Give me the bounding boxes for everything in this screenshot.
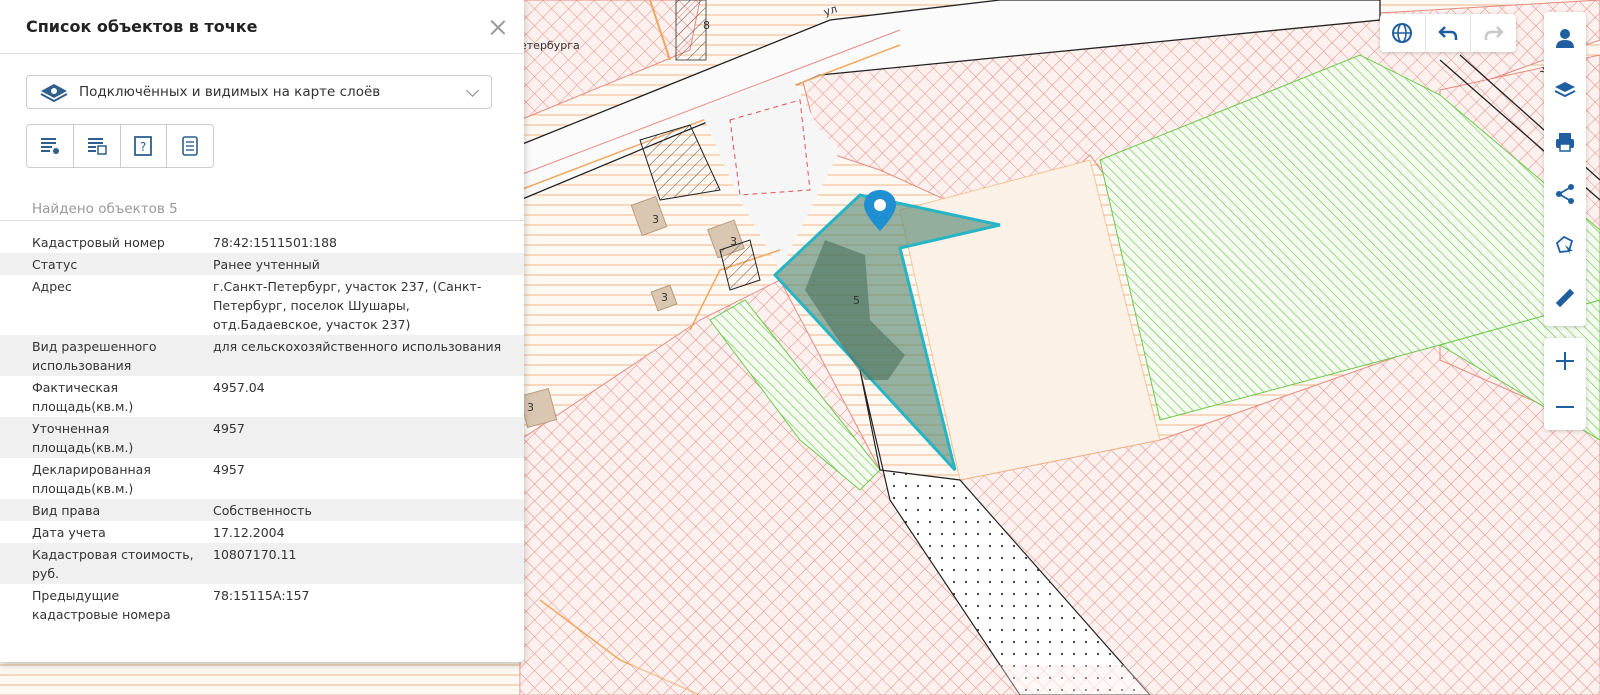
field-value: 10807170.11 bbox=[213, 547, 297, 562]
document-button[interactable] bbox=[167, 125, 213, 167]
field-label: Вид права bbox=[32, 503, 101, 518]
undo-button[interactable] bbox=[1426, 14, 1472, 52]
table-row: Уточненная площадь(кв.м.) 4957 bbox=[0, 417, 524, 458]
field-label: Вид разрешенного использования bbox=[32, 339, 157, 373]
share-button[interactable] bbox=[1544, 168, 1586, 220]
field-value: для сельскохозяйственного использования bbox=[213, 339, 502, 354]
ruler-button[interactable] bbox=[1544, 272, 1586, 324]
found-count: Найдено объектов 5 bbox=[32, 201, 178, 217]
label-road: етербурга bbox=[520, 39, 580, 52]
table-row: Декларированная площадь(кв.м.) 4957 bbox=[0, 458, 524, 499]
zoom-out-button[interactable] bbox=[1544, 384, 1586, 430]
zoom-controls bbox=[1544, 338, 1586, 430]
field-label: Кадастровый номер bbox=[32, 235, 165, 250]
field-value: Ранее учтенный bbox=[213, 257, 320, 272]
right-toolbar bbox=[1544, 12, 1586, 326]
zoom-in-icon bbox=[1556, 352, 1574, 370]
field-value: 17.12.2004 bbox=[213, 525, 285, 540]
table-row: Вид права Собственность bbox=[0, 499, 524, 521]
field-label: Дата учета bbox=[32, 525, 106, 540]
print-icon bbox=[1556, 133, 1574, 152]
list-location-button[interactable] bbox=[27, 125, 74, 167]
objects-panel: Список объектов в точке Подключённых и в… bbox=[0, 0, 524, 662]
label-parcel-8: 8 bbox=[703, 19, 710, 32]
table-row: Статус Ранее учтенный bbox=[0, 253, 524, 275]
label-parcel-3: 3 bbox=[661, 291, 668, 304]
zoom-in-button[interactable] bbox=[1544, 338, 1586, 384]
panel-title: Список объектов в точке bbox=[26, 17, 258, 36]
field-value: г.Санкт-Петербург, участок 237, (Санкт-П… bbox=[213, 279, 482, 332]
field-value: 78:15115А:157 bbox=[213, 588, 310, 603]
layer-select-value: Подключённых и видимых на карте слоёв bbox=[79, 84, 381, 100]
globe-icon bbox=[1392, 23, 1413, 43]
field-label: Уточненная площадь(кв.м.) bbox=[32, 421, 134, 455]
table-row: Дата учета 17.12.2004 bbox=[0, 521, 524, 543]
field-label: Статус bbox=[32, 257, 78, 272]
redo-icon bbox=[1484, 26, 1504, 40]
field-label: Декларированная площадь(кв.м.) bbox=[32, 462, 151, 496]
field-value: 4957.04 bbox=[213, 380, 265, 395]
select-area-button[interactable] bbox=[1544, 220, 1586, 272]
field-value: 4957 bbox=[213, 462, 245, 477]
label-parcel-3: 3 bbox=[730, 235, 737, 248]
table-row: Кадастровая стоимость, руб. 10807170.11 bbox=[0, 543, 524, 584]
label-parcel-3: 3 bbox=[652, 213, 659, 226]
table-row: Вид разрешенного использования для сельск… bbox=[0, 335, 524, 376]
top-toolbar bbox=[1380, 14, 1516, 52]
user-icon bbox=[1556, 29, 1574, 48]
label-parcel-5: 5 bbox=[853, 294, 860, 307]
field-value: 4957 bbox=[213, 421, 245, 436]
print-button[interactable] bbox=[1544, 116, 1586, 168]
ruler-icon bbox=[1555, 288, 1575, 308]
field-value: 78:42:1511501:188 bbox=[213, 235, 337, 250]
user-button[interactable] bbox=[1544, 12, 1586, 64]
redo-button[interactable] bbox=[1471, 14, 1516, 52]
chevron-down-icon bbox=[466, 83, 479, 97]
question-frame-icon: ? bbox=[134, 136, 153, 156]
undo-icon bbox=[1438, 26, 1458, 40]
select-area-icon bbox=[1555, 235, 1574, 256]
close-icon[interactable] bbox=[488, 17, 508, 37]
table-row: Предыдущие кадастровые номера 78:15115А:1… bbox=[0, 584, 524, 625]
table-row: Фактическая площадь(кв.м.) 4957.04 bbox=[0, 376, 524, 417]
share-icon bbox=[1556, 184, 1574, 204]
globe-button[interactable] bbox=[1380, 14, 1426, 52]
panel-header: Список объектов в точке bbox=[0, 0, 524, 54]
layer-select[interactable]: Подключённых и видимых на карте слоёв bbox=[26, 75, 492, 109]
attributes-table: Кадастровый номер 78:42:1511501:188 Статус… bbox=[0, 231, 524, 625]
eye-layers-icon bbox=[40, 84, 68, 102]
svg-text:?: ? bbox=[140, 140, 146, 154]
zoom-out-icon bbox=[1556, 406, 1574, 408]
table-row: Адрес г.Санкт-Петербург, участок 237, (Са… bbox=[0, 275, 524, 335]
list-area-icon bbox=[87, 138, 107, 155]
table-row: Кадастровый номер 78:42:1511501:188 bbox=[0, 231, 524, 253]
field-label: Предыдущие кадастровые номера bbox=[32, 588, 171, 622]
list-pin-icon bbox=[40, 138, 59, 154]
tool-group: ? bbox=[26, 124, 214, 168]
field-label: Кадастровая стоимость, руб. bbox=[32, 547, 194, 581]
field-value: Собственность bbox=[213, 503, 312, 518]
layers-button[interactable] bbox=[1544, 64, 1586, 116]
query-area-button[interactable]: ? bbox=[121, 125, 168, 167]
field-label: Фактическая площадь(кв.м.) bbox=[32, 380, 134, 414]
list-area-button[interactable] bbox=[74, 125, 121, 167]
layers-icon bbox=[1554, 82, 1576, 98]
field-label: Адрес bbox=[32, 279, 72, 294]
label-parcel-3: 3 bbox=[527, 401, 534, 414]
document-icon bbox=[182, 136, 198, 156]
